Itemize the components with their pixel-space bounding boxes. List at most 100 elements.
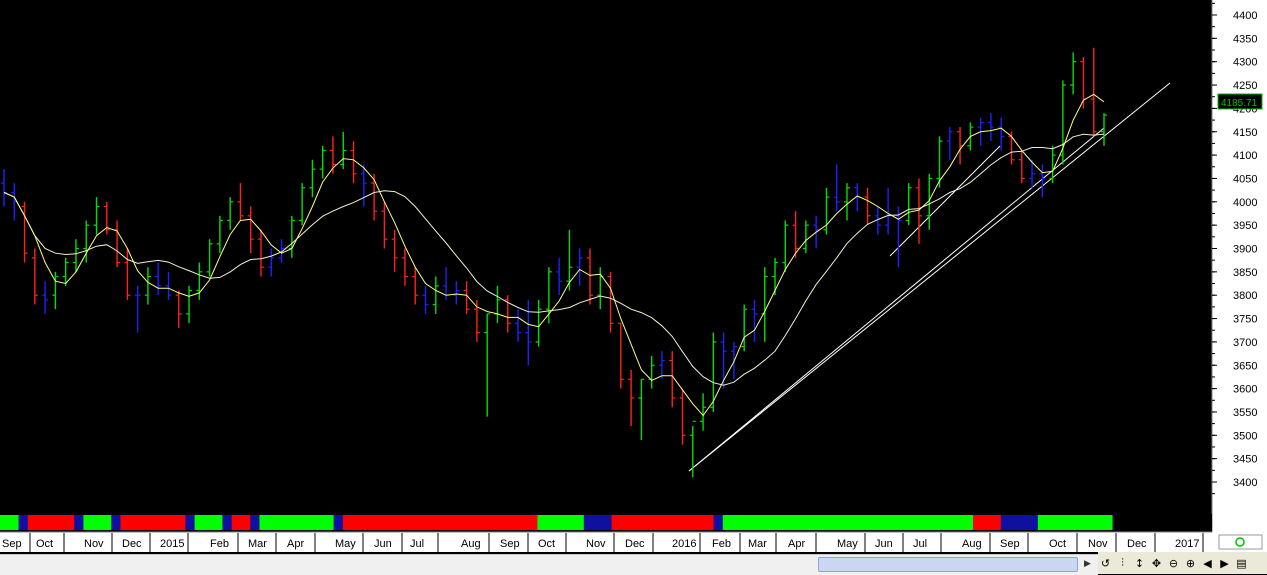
indicator-segment <box>991 515 1002 530</box>
x-tick-label: Mar <box>748 538 767 550</box>
indicator-segment <box>741 515 752 530</box>
scroll-left-icon[interactable]: ◀ <box>1200 557 1215 570</box>
indicator-segment <box>815 515 826 530</box>
last-price-marker: 4185.71 <box>1217 93 1263 110</box>
indicator-segment <box>843 515 854 530</box>
x-tick-label: Sep <box>2 538 22 550</box>
indicator-segment <box>37 515 47 530</box>
indicator-segment <box>1074 515 1085 530</box>
indicator-segment <box>713 515 724 530</box>
indicator-segment <box>565 515 576 530</box>
indicator-segment <box>861 515 872 530</box>
indicator-segment <box>546 515 557 530</box>
plot-area <box>0 0 1212 532</box>
y-tick-label: 4000 <box>1233 197 1257 209</box>
indicator-segment <box>64 515 75 530</box>
indicator-segment <box>231 515 242 530</box>
indicator-segment <box>9 515 20 530</box>
scrollbar-thumb[interactable] <box>818 557 1078 572</box>
indicator-segment <box>74 515 84 530</box>
indicator-segment <box>880 515 891 530</box>
horizontal-scrollbar[interactable]: ▶ <box>0 554 1098 575</box>
y-tick-label: 4250 <box>1233 80 1257 92</box>
indicator-segment <box>796 515 807 530</box>
indicator-segment <box>324 515 335 530</box>
indicator-segment <box>352 515 362 530</box>
x-tick-label: Nov <box>84 538 104 550</box>
indicator-segment <box>129 515 140 530</box>
indicator-strip <box>0 515 1113 530</box>
y-tick-label: 3650 <box>1233 360 1257 372</box>
y-tick-label: 3450 <box>1233 454 1257 466</box>
x-tick-label: Aug <box>461 538 481 550</box>
indicator-segment <box>240 515 251 530</box>
y-tick-label: 3800 <box>1233 290 1257 302</box>
y-tick-label: 3950 <box>1233 220 1257 232</box>
indicator-segment <box>379 515 390 530</box>
y-tick-label: 3750 <box>1233 314 1257 326</box>
indicator-segment <box>1102 515 1113 530</box>
scroll-right-arrow-icon[interactable]: ▶ <box>1080 557 1095 571</box>
y-tick-label: 3850 <box>1233 267 1257 279</box>
x-tick-label: Dec <box>625 538 645 550</box>
indicator-segment <box>27 515 38 530</box>
y-tick-label: 3700 <box>1233 337 1257 349</box>
indicator-segment <box>695 515 705 530</box>
indicator-segment <box>46 515 57 530</box>
indicator-segment <box>148 515 159 530</box>
x-tick-label: Jul <box>913 538 927 550</box>
indicator-segment <box>0 515 10 530</box>
indicator-segment <box>315 515 325 530</box>
y-tick-label: 3900 <box>1233 244 1257 256</box>
indicator-segment <box>620 515 631 530</box>
indicator-segment <box>268 515 279 530</box>
x-tick-label: Feb <box>712 538 731 550</box>
indicator-segment <box>185 515 196 530</box>
indicator-segment <box>370 515 381 530</box>
indicator-segment <box>908 515 918 530</box>
window-icon[interactable]: ▤ <box>1234 557 1249 570</box>
refresh-icon[interactable]: ↺ <box>1098 557 1113 570</box>
y-tick-label: 3550 <box>1233 407 1257 419</box>
scroll-right-icon[interactable]: ▶ <box>1217 557 1232 570</box>
zoom-out-icon[interactable]: ⊖ <box>1166 557 1181 570</box>
indicator-segment <box>1000 515 1011 530</box>
indicator-segment <box>389 515 400 530</box>
indicator-segment <box>834 515 844 530</box>
x-tick-label: Sep <box>500 538 520 550</box>
indicator-segment <box>583 515 594 530</box>
indicator-segment <box>982 515 993 530</box>
x-tick-label: Oct <box>36 538 53 550</box>
indicator-segment <box>481 515 492 530</box>
indicator-segment <box>509 515 520 530</box>
indicator-segment <box>973 515 983 530</box>
x-tick-label: 2016 <box>672 538 696 550</box>
bar-mode-icon[interactable]: ⫶ <box>1115 556 1130 570</box>
indicator-segment <box>528 515 539 530</box>
y-tick-label: 4400 <box>1233 10 1257 22</box>
indicator-segment <box>491 515 501 530</box>
indicator-segment <box>1093 515 1104 530</box>
vertical-scale-icon[interactable]: ↕ <box>1132 557 1147 570</box>
indicator-segment <box>852 515 863 530</box>
chart-toolbar: ↺ ⫶ ↕ ✥ ⊖ ⊕ ◀ ▶ ▤ <box>1098 552 1267 574</box>
zoom-in-icon[interactable]: ⊕ <box>1183 557 1198 570</box>
indicator-segment <box>611 515 622 530</box>
y-tick-label: 3400 <box>1233 477 1257 489</box>
y-tick-label: 3500 <box>1233 430 1257 442</box>
indicator-segment <box>463 515 474 530</box>
indicator-segment <box>278 515 288 530</box>
indicator-segment <box>732 515 742 530</box>
x-tick-label: Dec <box>122 538 142 550</box>
indicator-segment <box>250 515 261 530</box>
indicator-segment <box>648 515 659 530</box>
indicator-segment <box>287 515 298 530</box>
move-icon[interactable]: ✥ <box>1149 557 1164 570</box>
indicator-segment <box>398 515 409 530</box>
indicator-segment <box>417 515 427 530</box>
indicator-segment <box>1084 515 1095 530</box>
indicator-segment <box>806 515 817 530</box>
indicator-segment <box>667 515 678 530</box>
indicator-segment <box>101 515 112 530</box>
indicator-segment <box>602 515 613 530</box>
